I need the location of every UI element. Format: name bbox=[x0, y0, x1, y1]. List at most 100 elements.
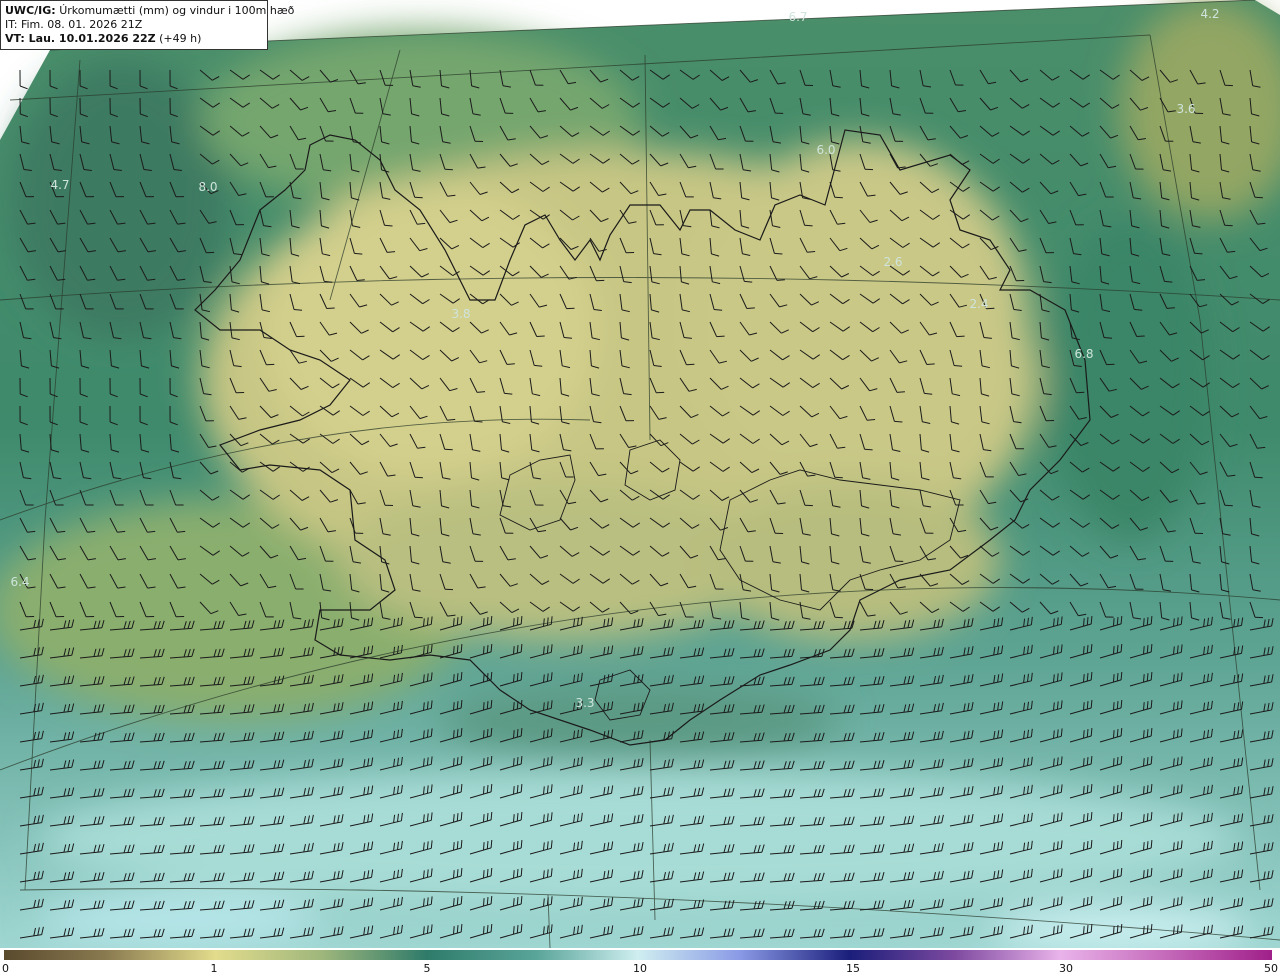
wind-barb-feather bbox=[490, 727, 493, 736]
wind-barb-feather bbox=[1143, 674, 1145, 683]
wind-barb-feather bbox=[483, 758, 485, 767]
wind-barb-feather bbox=[520, 700, 523, 709]
wind-barb-feather bbox=[456, 841, 459, 850]
wind-barb-feather bbox=[456, 645, 459, 654]
wind-barb-feather bbox=[453, 870, 455, 879]
wind-barb-feather bbox=[483, 870, 485, 879]
wind-barb-feather bbox=[483, 898, 485, 907]
wind-barb-feather bbox=[1113, 702, 1115, 711]
wind-barb-feather bbox=[1116, 869, 1119, 878]
wind-barb-feather bbox=[1120, 671, 1123, 680]
wind-barb-feather bbox=[483, 730, 485, 739]
wind-barb-feather bbox=[490, 867, 493, 876]
wind-barb-feather bbox=[483, 842, 485, 851]
wind-barb-feather bbox=[1143, 870, 1145, 879]
wind-barb-feather bbox=[1083, 898, 1085, 907]
wind-barb-feather bbox=[516, 729, 519, 738]
wind-barb-feather bbox=[1120, 615, 1123, 624]
wind-barb-feather bbox=[486, 841, 489, 850]
wind-barb-feather bbox=[490, 811, 493, 820]
wind-barb-feather bbox=[1086, 869, 1089, 878]
wind-barb-feather bbox=[513, 618, 515, 627]
map-canvas bbox=[0, 0, 1280, 948]
colorbar-tick: 10 bbox=[633, 962, 647, 975]
colorbar-tick: 0 bbox=[2, 962, 9, 975]
lead-time: (+49 h) bbox=[159, 32, 202, 45]
wind-barb-feather bbox=[513, 758, 515, 767]
wind-barb-feather bbox=[456, 673, 459, 682]
wind-barb-feather bbox=[1086, 785, 1089, 794]
wind-barb-feather bbox=[1083, 730, 1085, 739]
wind-barb-feather bbox=[516, 897, 519, 906]
wind-barb-feather bbox=[486, 673, 489, 682]
wind-barb-feather bbox=[453, 786, 455, 795]
wind-barb-feather bbox=[456, 617, 459, 626]
colorbar-tick: 5 bbox=[423, 962, 431, 975]
wind-barb-feather bbox=[520, 756, 523, 765]
wind-barb-feather bbox=[1146, 841, 1149, 850]
wind-barb-feather bbox=[483, 618, 485, 627]
wind-barb-feather bbox=[520, 728, 523, 737]
wind-barb-feather bbox=[1116, 645, 1119, 654]
wind-barb-feather bbox=[483, 674, 485, 683]
value-label: 3.3 bbox=[575, 696, 595, 710]
value-label: 3.8 bbox=[451, 307, 471, 321]
model-label: UWC/IG: bbox=[5, 4, 56, 17]
colorbar-tick: 30 bbox=[1059, 962, 1073, 975]
wind-barb-feather bbox=[453, 926, 455, 935]
wind-barb-feather bbox=[1116, 841, 1119, 850]
wind-barb-feather bbox=[1150, 784, 1153, 793]
wind-barb-feather bbox=[414, 476, 423, 479]
wind-barb-feather bbox=[1120, 923, 1123, 932]
wind-barb-feather bbox=[516, 925, 519, 934]
wind-barb-feather bbox=[1090, 784, 1093, 793]
wind-barb-feather bbox=[456, 729, 459, 738]
wind-barb-feather bbox=[456, 757, 459, 766]
wind-barb-feather bbox=[520, 616, 523, 625]
wind-barb-feather bbox=[1146, 701, 1149, 710]
map-title: Úrkomumætti (mm) og vindur i 100m hæð bbox=[59, 4, 295, 17]
wind-barb-feather bbox=[513, 646, 515, 655]
wind-barb-feather bbox=[483, 926, 485, 935]
wind-barb-feather bbox=[1083, 786, 1085, 795]
wind-barb-feather bbox=[456, 813, 459, 822]
wind-barb-feather bbox=[1136, 335, 1145, 337]
colorbar-tick: 50 bbox=[1264, 962, 1278, 975]
wind-barb-feather bbox=[516, 869, 519, 878]
title-line: UWC/IG: Úrkomumætti (mm) og vindur i 100… bbox=[5, 4, 294, 18]
wind-barb-feather bbox=[513, 730, 515, 739]
wind-barb-feather bbox=[483, 786, 485, 795]
wind-barb-feather bbox=[1143, 786, 1145, 795]
value-label: 2.6 bbox=[883, 255, 903, 269]
value-label: 6.7 bbox=[788, 10, 808, 24]
value-label: 2.4 bbox=[969, 297, 989, 311]
wind-barb-feather bbox=[1090, 672, 1093, 681]
wind-barb-feather bbox=[456, 897, 459, 906]
wind-barb-feather bbox=[456, 785, 459, 794]
wind-barb-feather bbox=[513, 702, 515, 711]
wind-barb-feather bbox=[513, 814, 515, 823]
wind-barb-feather bbox=[864, 448, 873, 451]
wind-barb-feather bbox=[1143, 646, 1145, 655]
wind-barb-feather bbox=[356, 279, 365, 281]
valid-time-line: VT: Lau. 10.01.2026 22Z (+49 h) bbox=[5, 32, 263, 46]
wind-barb-feather bbox=[1113, 618, 1115, 627]
wind-barb-feather bbox=[1150, 924, 1153, 933]
wind-barb-feather bbox=[460, 672, 463, 681]
wind-barb-feather bbox=[460, 840, 463, 849]
wind-barb-feather bbox=[1116, 701, 1119, 710]
wind-barb-feather bbox=[1113, 646, 1115, 655]
wind-barb-feather bbox=[1090, 896, 1093, 905]
wind-barb-feather bbox=[1146, 785, 1149, 794]
wind-barb-feather bbox=[483, 814, 485, 823]
wind-barb-feather bbox=[1166, 307, 1175, 309]
wind-barb-feather bbox=[490, 615, 493, 624]
wind-barb-feather bbox=[1090, 924, 1093, 933]
wind-barb-feather bbox=[1150, 644, 1153, 653]
wind-barb-feather bbox=[1090, 840, 1093, 849]
wind-barb-feather bbox=[490, 643, 493, 652]
wind-barb-feather bbox=[460, 756, 463, 765]
wind-barb-feather bbox=[1113, 842, 1115, 851]
wind-barb-feather bbox=[453, 814, 455, 823]
wind-barb-feather bbox=[896, 391, 905, 393]
